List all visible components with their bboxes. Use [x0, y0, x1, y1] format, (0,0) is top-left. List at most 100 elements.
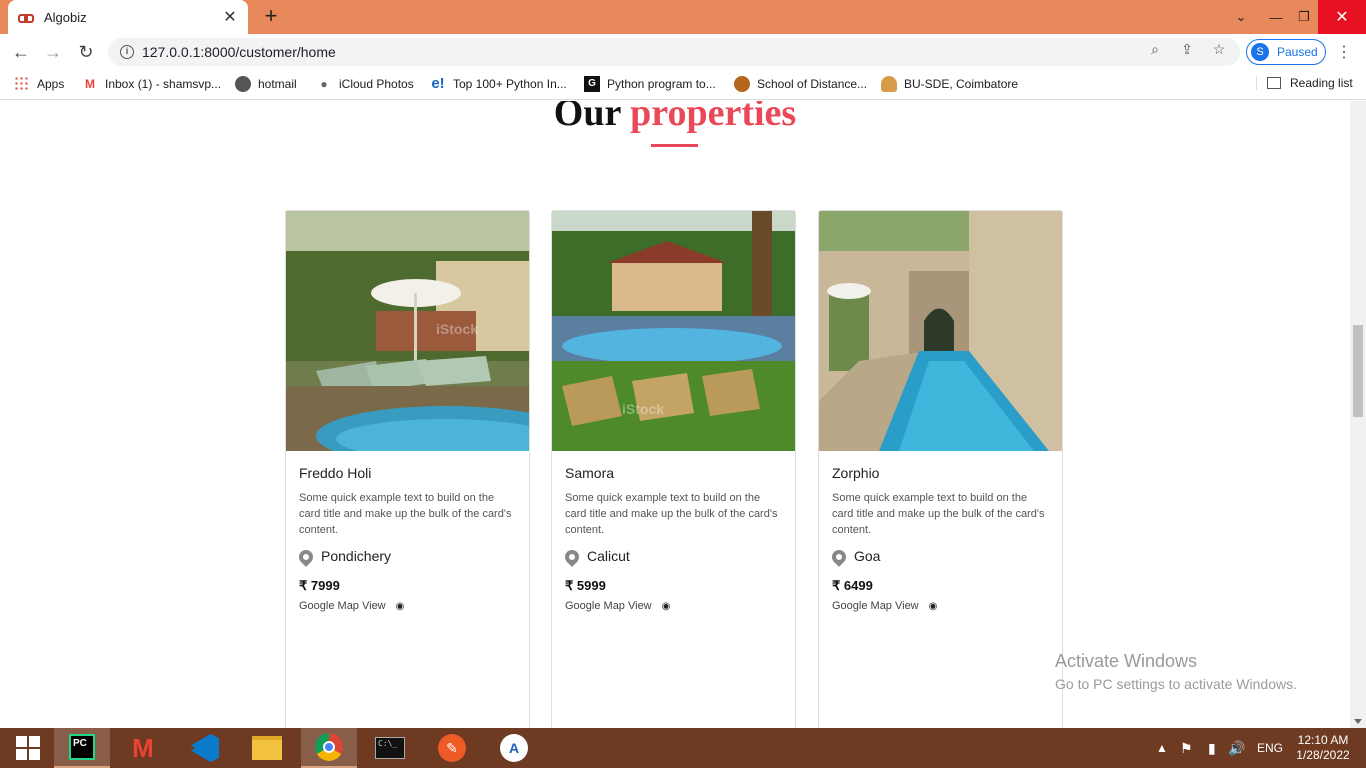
reload-button[interactable]: ↻: [74, 40, 98, 64]
tab-title: Algobiz: [44, 9, 87, 25]
bookmark-inbox[interactable]: M Inbox (1) - shamsvp...: [82, 76, 221, 92]
bookmark-label: BU-SDE, Coimbatore: [904, 77, 1019, 91]
globe-icon: [235, 76, 251, 92]
taskbar-pycharm[interactable]: PC: [54, 728, 110, 768]
taskbar-gmail[interactable]: M: [115, 728, 171, 768]
activate-windows-notice: Activate Windows Go to PC settings to ac…: [1055, 651, 1297, 692]
restore-button[interactable]: ❐: [1290, 0, 1318, 34]
apps-icon: [14, 76, 30, 92]
chrome-icon: [315, 733, 343, 761]
avatar: S: [1251, 43, 1269, 61]
card-text: Some quick example text to build on the …: [565, 492, 778, 536]
forward-button[interactable]: →: [41, 40, 65, 64]
bookmark-hotmail[interactable]: hotmail: [235, 76, 297, 92]
card-title: Freddo Holi: [299, 465, 372, 481]
scroll-down-icon[interactable]: [1354, 719, 1362, 724]
card-price: ₹ 5999: [565, 578, 606, 593]
tab-close-icon[interactable]: ✕: [222, 7, 238, 27]
back-button[interactable]: ←: [9, 40, 33, 64]
tab-search-icon[interactable]: ⌄: [1226, 0, 1256, 34]
card-text: Some quick example text to build on the …: [832, 492, 1045, 536]
property-card[interactable]: Zorphio Some quick example text to build…: [818, 210, 1063, 728]
bookmark-school-distance[interactable]: School of Distance...: [734, 76, 867, 92]
page-viewport: Our properties iStock Freddo Holi Some q…: [0, 101, 1366, 728]
bookmark-python-interview[interactable]: e! Top 100+ Python In...: [430, 76, 567, 92]
clock-date: 1/28/2022: [1296, 748, 1350, 762]
pycharm-icon: PC: [69, 734, 95, 760]
battery-icon[interactable]: ▮: [1208, 728, 1216, 768]
tab-strip: Algobiz ✕ + ⌄ — ❐ ✕: [0, 0, 1366, 34]
person-icon: [881, 76, 897, 92]
taskbar-file-explorer[interactable]: [239, 728, 295, 768]
flag-icon[interactable]: ⚑: [1180, 728, 1193, 768]
bookmark-python-program[interactable]: G Python program to...: [584, 76, 716, 92]
github-icon[interactable]: ◉: [662, 601, 671, 612]
bookmark-label: Python program to...: [607, 77, 716, 91]
volume-icon[interactable]: 🔊: [1228, 728, 1245, 768]
bookmarks-bar: Apps M Inbox (1) - shamsvp... hotmail ● …: [0, 70, 1366, 100]
bookmark-bu-sde[interactable]: BU-SDE, Coimbatore: [881, 76, 1018, 92]
taskbar-vscode[interactable]: [177, 728, 233, 768]
card-title: Zorphio: [832, 465, 880, 481]
start-button[interactable]: [0, 728, 56, 768]
bookmark-label: Apps: [37, 77, 65, 91]
bookmark-star-icon[interactable]: ☆: [1208, 38, 1230, 60]
activate-subtitle: Go to PC settings to activate Windows.: [1055, 676, 1297, 692]
browser-tab[interactable]: Algobiz ✕: [8, 0, 248, 34]
bookmark-label: iCloud Photos: [339, 77, 414, 91]
system-clock[interactable]: 12:10 AM 1/28/2022: [1290, 733, 1356, 763]
window-close-button[interactable]: ✕: [1318, 0, 1366, 34]
taskbar-postman[interactable]: ✎: [424, 728, 480, 768]
github-icon[interactable]: ◉: [929, 601, 938, 612]
property-image: iStock: [286, 211, 529, 451]
zoom-icon[interactable]: ⌕: [1144, 38, 1166, 60]
location-pin-icon: [296, 547, 316, 567]
property-image: [819, 211, 1062, 451]
map-link-label: Google Map View: [565, 600, 652, 612]
bookmark-label: hotmail: [258, 77, 297, 91]
profile-button[interactable]: S Paused: [1246, 39, 1326, 65]
github-icon[interactable]: ◉: [396, 601, 405, 612]
page-scrollbar[interactable]: [1350, 101, 1366, 728]
reading-list-button[interactable]: Reading list: [1256, 76, 1353, 90]
taskbar-app[interactable]: A: [486, 728, 542, 768]
watermark: iStock: [622, 401, 665, 417]
share-icon[interactable]: ⇪: [1176, 38, 1198, 60]
card-text: Some quick example text to build on the …: [299, 492, 512, 536]
file-explorer-icon: [252, 736, 282, 760]
taskbar-terminal[interactable]: C:\_: [362, 728, 418, 768]
gmail-icon: M: [132, 732, 154, 763]
minimize-button[interactable]: —: [1262, 0, 1290, 34]
postman-icon: ✎: [438, 734, 466, 762]
google-map-link[interactable]: Google Map View ◉: [832, 600, 1049, 612]
bookmark-label: School of Distance...: [757, 77, 868, 91]
scrollbar-thumb[interactable]: [1353, 325, 1363, 417]
start-icon: [16, 736, 40, 760]
reading-list-label: Reading list: [1290, 76, 1353, 90]
site-info-icon[interactable]: i: [120, 45, 134, 59]
menu-icon[interactable]: ⋮: [1336, 42, 1352, 62]
google-map-link[interactable]: Google Map View ◉: [299, 600, 516, 612]
language-indicator[interactable]: ENG: [1257, 728, 1283, 768]
heading-accent: properties: [630, 101, 797, 134]
property-card[interactable]: iStock Freddo Holi Some quick example te…: [285, 210, 530, 728]
url-text: 127.0.0.1:8000/customer/home: [142, 44, 336, 60]
browser-toolbar: ← → ↻ i 127.0.0.1:8000/customer/home ⌕ ⇪…: [0, 34, 1366, 70]
algobiz-favicon-icon: [18, 12, 34, 23]
watermark: iStock: [436, 321, 479, 337]
bookmark-icloud[interactable]: ● iCloud Photos: [316, 76, 414, 92]
heading-underline: [651, 144, 698, 147]
crest-icon: [734, 76, 750, 92]
bookmark-label: Top 100+ Python In...: [453, 77, 567, 91]
bookmark-apps[interactable]: Apps: [14, 76, 64, 92]
taskbar-chrome[interactable]: [301, 728, 357, 768]
card-price: ₹ 6499: [832, 578, 873, 593]
location-label: Pondichery: [321, 548, 392, 564]
address-bar[interactable]: i 127.0.0.1:8000/customer/home: [108, 38, 1240, 66]
map-link-label: Google Map View: [299, 600, 386, 612]
new-tab-button[interactable]: +: [258, 4, 284, 30]
activate-title: Activate Windows: [1055, 651, 1198, 671]
tray-expand-icon[interactable]: ▲: [1156, 728, 1168, 768]
google-map-link[interactable]: Google Map View ◉: [565, 600, 782, 612]
property-card[interactable]: iStock Samora Some quick example text to…: [551, 210, 796, 728]
